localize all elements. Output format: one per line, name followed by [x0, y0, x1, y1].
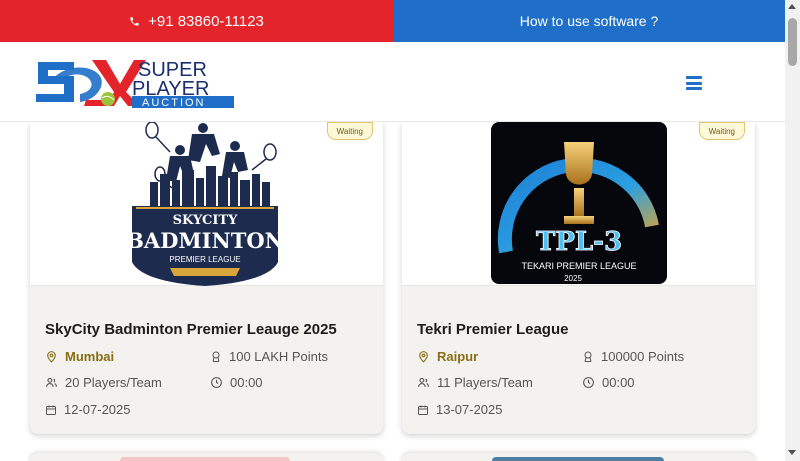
- skycity-badminton-logo: SKYCITY BADMINTON PREMIER LEAGUE: [126, 122, 284, 286]
- how-to-use-link[interactable]: How to use software ?: [393, 0, 785, 42]
- auction-title[interactable]: Tekri Premier League: [417, 321, 568, 338]
- auction-time-label: 00:00: [230, 375, 263, 390]
- scroll-up-icon[interactable]: [788, 4, 796, 9]
- users-icon: [418, 377, 429, 387]
- auction-players-label: 20 Players/Team: [65, 375, 162, 390]
- location-icon: [419, 351, 428, 363]
- auction-time: 00:00: [210, 375, 263, 390]
- tpl-logo-line3: 2025: [564, 274, 582, 283]
- phone-link[interactable]: +91 83860-11123: [0, 0, 393, 42]
- auction-card[interactable]: [30, 453, 383, 461]
- coin-icon: [584, 351, 592, 362]
- tpl-logo-line2: TEKARI PREMIER LEAGUE: [521, 261, 636, 271]
- auction-logo-area: [120, 457, 290, 461]
- auction-city-label: Raipur: [437, 349, 479, 364]
- skycity-logo-line1: SKYCITY: [173, 213, 238, 228]
- auction-date: 12-07-2025: [45, 402, 131, 417]
- auction-date-label: 13-07-2025: [436, 402, 503, 417]
- super-player-auction-logo[interactable]: SUPER PLAYER AUCTION: [34, 54, 234, 108]
- auction-card[interactable]: [402, 453, 755, 461]
- auction-city: Mumbai: [45, 349, 114, 364]
- tpl-logo-line1: TPL-3: [536, 227, 622, 257]
- site-header: SUPER PLAYER AUCTION: [0, 42, 785, 122]
- calendar-icon: [46, 405, 56, 415]
- auction-logo-area: [492, 457, 664, 461]
- calendar-icon: [418, 405, 428, 415]
- auction-logo-area: SKYCITY BADMINTON PREMIER LEAGUE: [30, 122, 383, 286]
- auction-date-label: 12-07-2025: [64, 402, 131, 417]
- location-icon: [47, 351, 56, 363]
- auction-time-label: 00:00: [602, 375, 635, 390]
- status-badge: Waiting: [326, 122, 373, 140]
- skycity-logo-line3: PREMIER LEAGUE: [169, 255, 240, 264]
- auction-points: 100000 Points: [582, 349, 684, 364]
- auction-city: Raipur: [417, 349, 478, 364]
- skycity-logo-line2: BADMINTON: [126, 228, 284, 253]
- menu-icon[interactable]: [686, 76, 702, 90]
- tpl3-logo: TPL-3 TEKARI PREMIER LEAGUE 2025: [491, 122, 667, 284]
- phone-number: +91 83860-11123: [148, 12, 264, 30]
- coin-icon: [212, 351, 220, 362]
- auction-date: 13-07-2025: [417, 402, 503, 417]
- auction-time: 00:00: [582, 375, 635, 390]
- status-badge: Waiting: [698, 122, 745, 140]
- auction-points-label: 100 LAKH Points: [229, 349, 329, 364]
- logo-line-auction: AUCTION: [142, 97, 206, 108]
- auction-players: 20 Players/Team: [45, 375, 162, 390]
- page: +91 83860-11123 How to use software ? SU…: [0, 0, 800, 461]
- auction-players: 11 Players/Team: [417, 375, 533, 390]
- users-icon: [46, 377, 57, 387]
- scrollbar-thumb[interactable]: [788, 18, 797, 66]
- scroll-down-icon[interactable]: [788, 450, 796, 455]
- auction-points-label: 100000 Points: [601, 349, 685, 364]
- auction-logo-area: TPL-3 TEKARI PREMIER LEAGUE 2025: [402, 122, 755, 286]
- phone-icon: [130, 16, 139, 26]
- auction-card[interactable]: SKYCITY BADMINTON PREMIER LEAGUE Waiting…: [30, 122, 383, 434]
- top-bar: +91 83860-11123 How to use software ?: [0, 0, 785, 42]
- auction-card[interactable]: TPL-3 TEKARI PREMIER LEAGUE 2025 Waiting…: [402, 122, 755, 434]
- clock-icon: [583, 377, 594, 388]
- clock-icon: [211, 377, 222, 388]
- auction-city-label: Mumbai: [65, 349, 115, 364]
- auction-title[interactable]: SkyCity Badminton Premier Leauge 2025: [45, 321, 337, 338]
- auction-points: 100 LAKH Points: [210, 349, 328, 364]
- page-scrollbar[interactable]: [785, 0, 800, 461]
- auction-players-label: 11 Players/Team: [437, 375, 533, 390]
